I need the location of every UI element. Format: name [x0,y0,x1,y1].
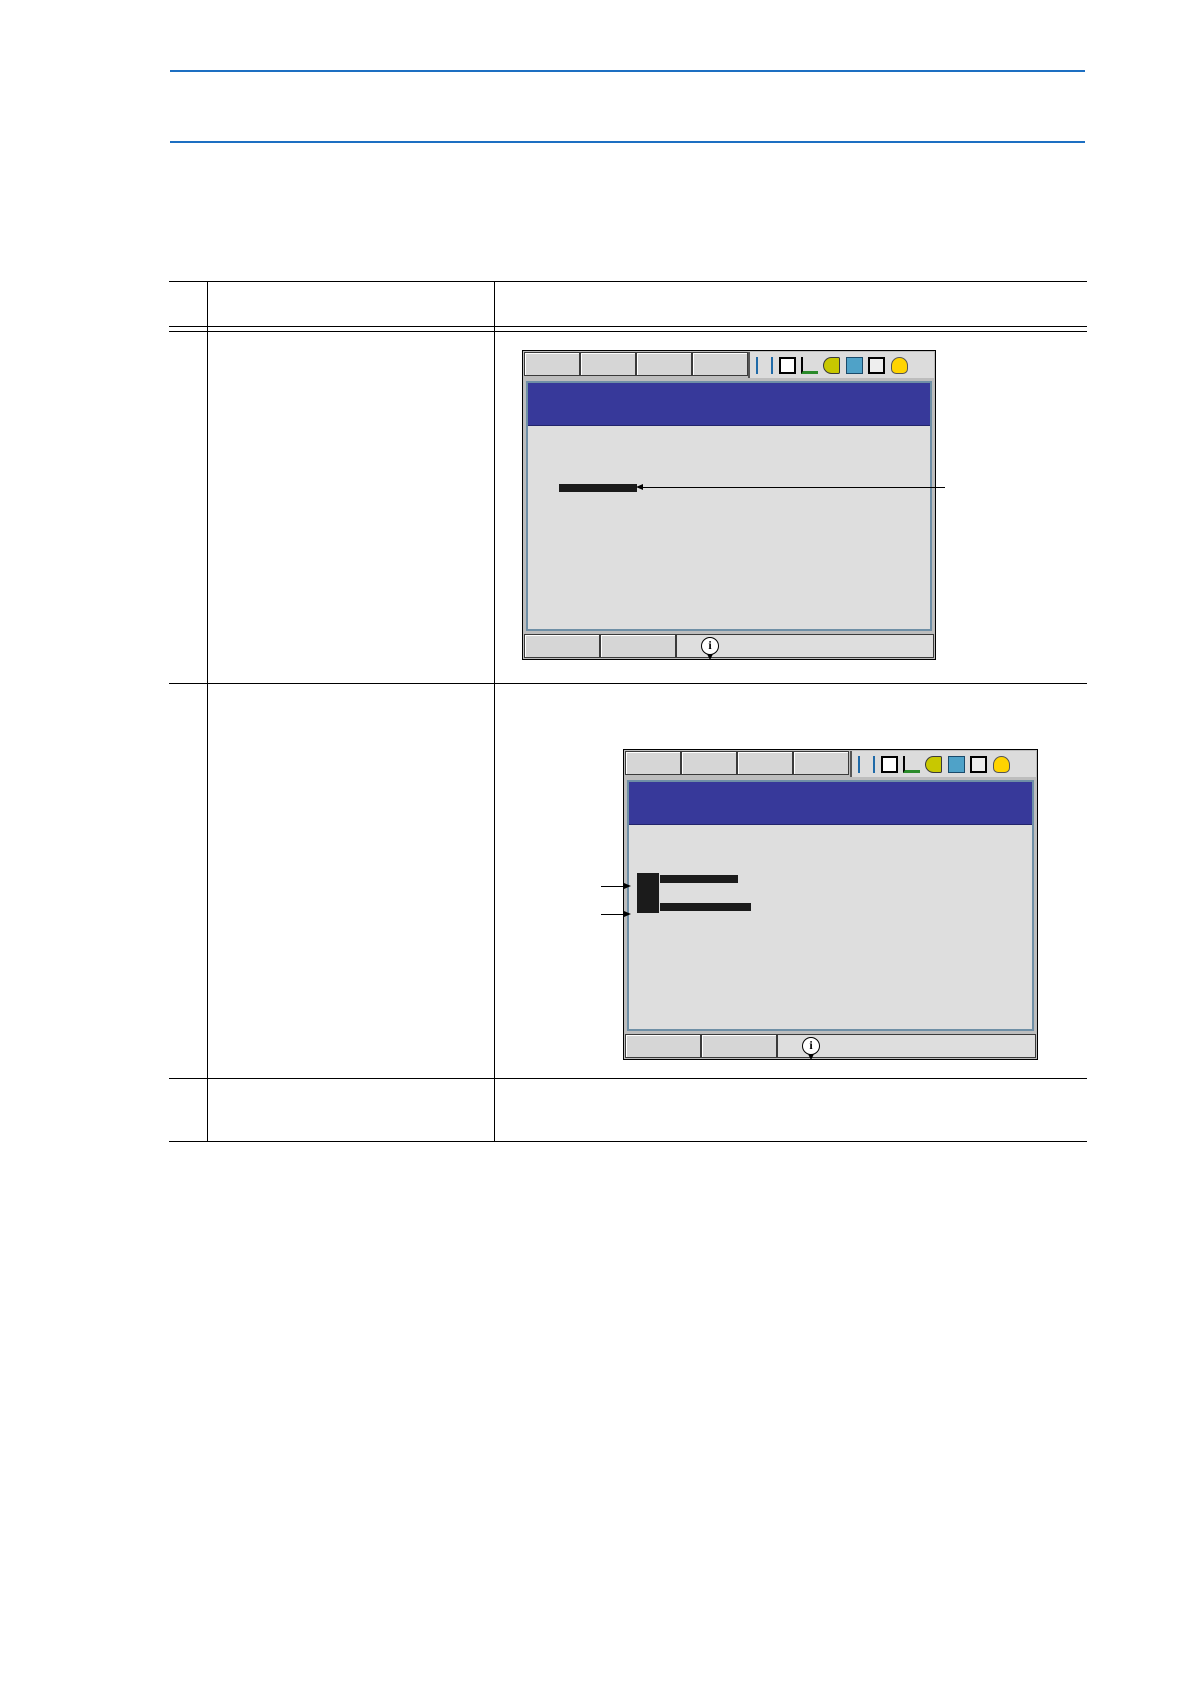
menu-button-4[interactable] [692,352,748,376]
grid-icon [846,357,863,374]
grid-icon [948,756,965,773]
key-icon [925,756,942,773]
menu-button-4[interactable] [793,751,849,775]
leader-line-2 [601,886,626,887]
info-icon[interactable]: i [701,637,719,660]
summation-icon [779,357,796,374]
leader-arrowhead-3 [624,911,631,917]
pendant-screen-1: i [522,350,936,660]
bottom-bar: i [523,633,935,660]
leader-line-1 [642,487,945,488]
summation-icon [881,756,898,773]
menu-button-2[interactable] [580,352,636,376]
top-menu-bar [523,351,935,379]
pendant-screen-2: i [623,749,1038,1060]
table-bottom-rule [169,1141,1087,1142]
table-col-divider-2 [494,281,495,1142]
cursor-icon [858,756,875,773]
screen-titlebar [528,383,930,426]
bottom-button-1[interactable] [524,634,600,658]
bottom-button-2[interactable] [600,634,676,658]
key-icon [823,357,840,374]
highlighted-item[interactable] [559,484,637,492]
message-line: i [676,634,934,660]
cursor-icon [756,357,773,374]
highlighted-item-2[interactable] [660,903,751,911]
table-header-rule-1 [169,326,1087,327]
robot-icon [801,357,818,374]
screen-titlebar [629,782,1032,825]
client-area [526,381,932,631]
status-area [748,352,934,378]
bottom-bar: i [624,1033,1037,1060]
menu-button-1[interactable] [524,352,580,376]
info-icon[interactable]: i [802,1037,820,1060]
highlighted-item-1[interactable] [660,875,738,883]
selection-block [637,873,659,913]
table-row-rule-2 [169,1078,1087,1079]
top-menu-bar [624,750,1037,778]
bottom-button-2[interactable] [701,1034,777,1058]
lamp-icon [993,756,1010,773]
message-line: i [777,1034,1036,1060]
menu-button-1[interactable] [625,751,681,775]
table-header-rule-2 [169,331,1087,332]
client-area [627,780,1034,1031]
leader-arrowhead-2 [624,883,631,889]
lamp-icon [891,357,908,374]
table-row-rule-1 [169,683,1087,684]
leader-arrowhead-1 [636,484,643,490]
bottom-button-1[interactable] [625,1034,701,1058]
edit-icon [970,756,987,773]
leader-line-3 [601,914,626,915]
robot-icon [903,756,920,773]
status-area [850,751,1036,777]
header-bottom-rule [170,141,1085,143]
menu-button-3[interactable] [636,352,692,376]
header-top-rule [170,70,1085,72]
menu-button-2[interactable] [681,751,737,775]
table-col-divider-1 [207,281,208,1142]
edit-icon [868,357,885,374]
table-top-rule [169,281,1087,282]
menu-button-3[interactable] [737,751,793,775]
